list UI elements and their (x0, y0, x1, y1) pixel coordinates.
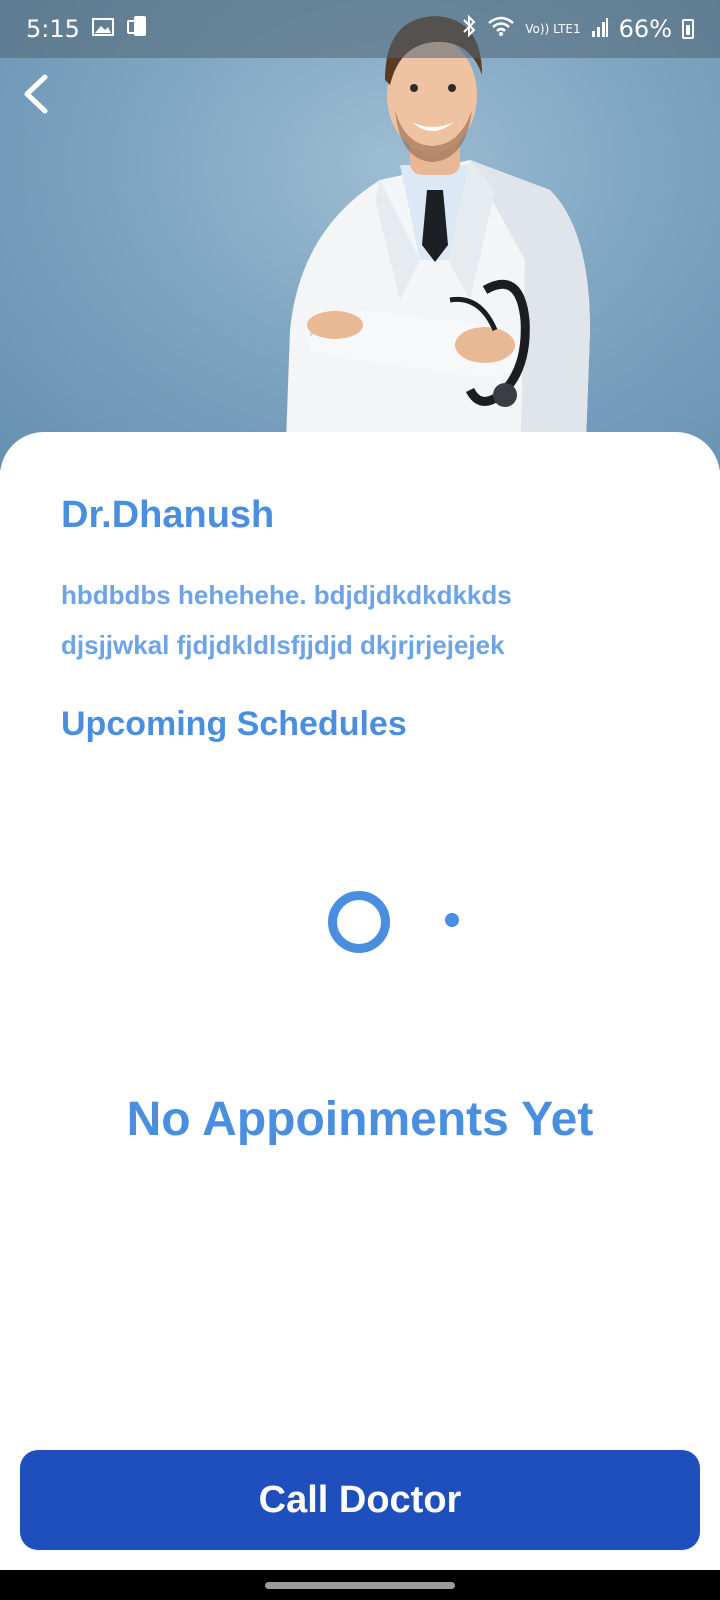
status-bar: 5:15 Vo)) LTE1 66% (0, 0, 720, 58)
empty-appointments-message: No Appoinments Yet (126, 1093, 594, 1146)
network-label: Vo)) LTE1 (525, 22, 581, 36)
doctor-name: Dr.Dhanush (61, 494, 275, 536)
description-line: djsjjwkal fjdjdkldlsfjjdjd dkjrjrjejejek (61, 630, 505, 660)
call-doctor-button[interactable]: Call Doctor (20, 1450, 700, 1550)
image-icon (91, 15, 114, 43)
upcoming-schedules-title: Upcoming Schedules (61, 705, 407, 743)
doctor-photo (285, 16, 590, 470)
home-indicator[interactable] (265, 1582, 455, 1589)
battery-icon (682, 19, 694, 39)
doctor-description: hbdbdbs hehehehe. bdjdjdkdkdkkds djsjjwk… (61, 570, 681, 670)
description-line: hbdbdbs hehehehe. bdjdjdkdkdkkds (61, 580, 512, 610)
wifi-icon (487, 15, 515, 43)
battery-percent: 66% (618, 15, 672, 43)
bluetooth-icon (461, 14, 477, 44)
chevron-left-icon (24, 74, 48, 114)
loading-dot-icon (445, 913, 459, 927)
loading-ring-icon (328, 891, 390, 953)
doctor-hero-image: 5:15 Vo)) LTE1 66% (0, 0, 720, 470)
back-button[interactable] (12, 70, 60, 118)
signal-icon (591, 15, 609, 43)
status-time: 5:15 (26, 15, 80, 43)
doctor-detail-screen: 5:15 Vo)) LTE1 66% Dr.Dhanush hbdbdbs he… (0, 0, 720, 1600)
phone-sync-icon (126, 15, 150, 43)
